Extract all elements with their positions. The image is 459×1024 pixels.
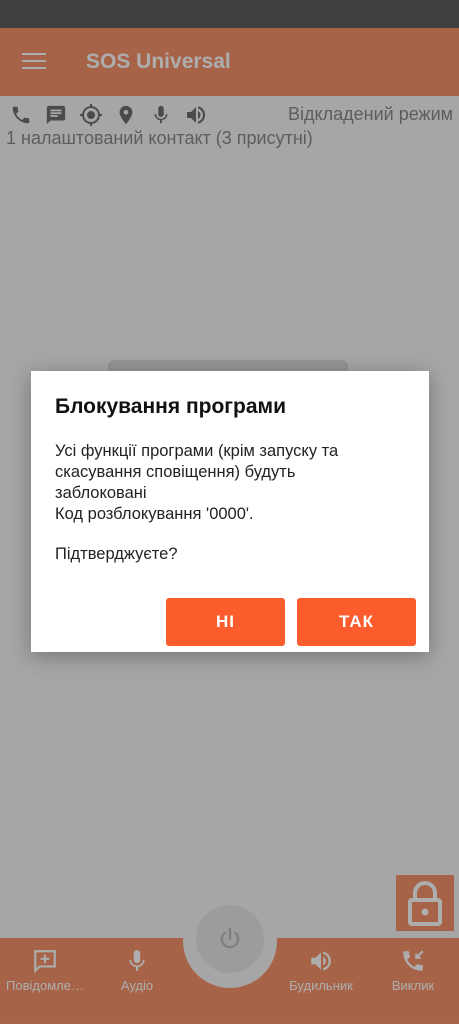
dialog-question: Підтверджуєте? (55, 545, 178, 563)
dialog-message-line1: Усі функції програми (крім запуску та ск… (55, 442, 339, 502)
dialog-message-line2: Код розблокування '0000'. (55, 505, 254, 523)
no-button[interactable]: НІ (166, 598, 285, 646)
yes-button[interactable]: ТАК (297, 598, 416, 646)
dialog-message: Усі функції програми (крім запуску та ск… (55, 441, 385, 525)
lock-app-dialog: Блокування програми Усі функції програми… (31, 371, 429, 652)
dialog-title: Блокування програми (55, 395, 286, 418)
